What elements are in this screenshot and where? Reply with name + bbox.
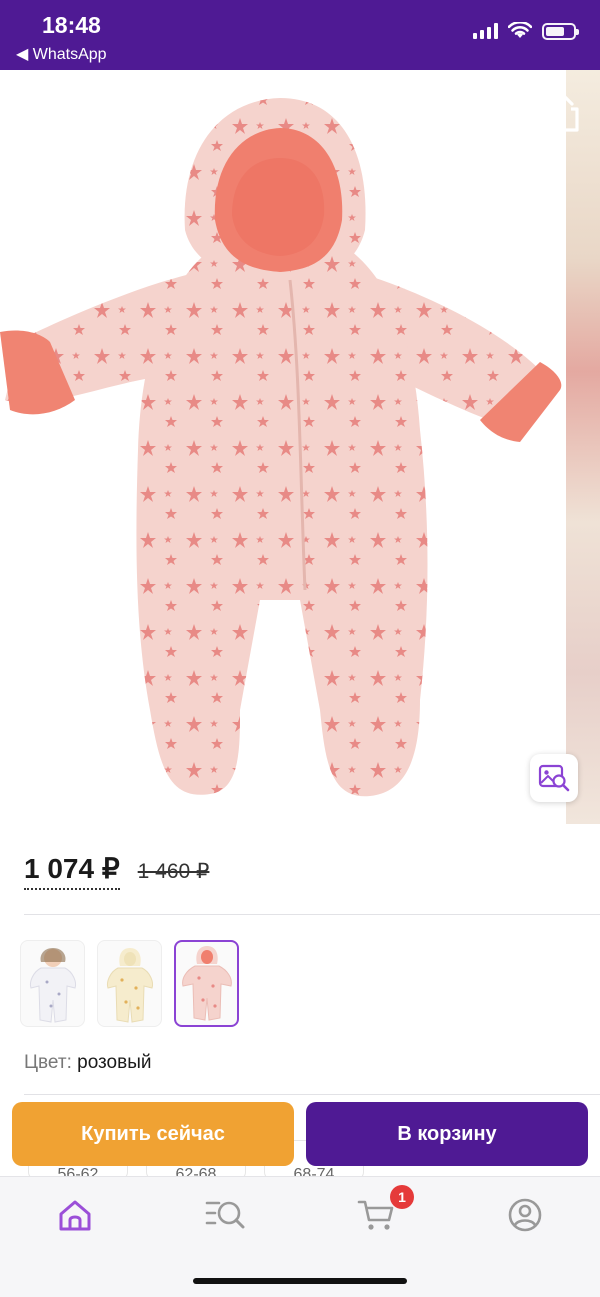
share-button[interactable] — [546, 92, 582, 134]
favorite-button[interactable] — [472, 96, 510, 132]
image-search-icon — [538, 764, 570, 792]
catalog-search-icon — [205, 1201, 245, 1229]
heart-outline-icon — [473, 97, 509, 130]
add-to-cart-button[interactable]: В корзину — [306, 1102, 588, 1166]
price-row: 1 074 ₽ 1 460 ₽ — [24, 852, 209, 890]
battery-icon — [542, 22, 579, 40]
status-indicators — [473, 22, 579, 40]
back-button[interactable] — [22, 92, 52, 132]
variant-white[interactable] — [20, 940, 85, 1027]
home-indicator — [193, 1278, 407, 1284]
buy-now-button[interactable]: Купить сейчас — [12, 1102, 294, 1166]
variant-pink[interactable] — [174, 940, 239, 1027]
next-image-preview[interactable] — [566, 70, 600, 824]
tab-home[interactable] — [55, 1195, 95, 1235]
home-icon — [59, 1200, 91, 1231]
color-label: Цвет: — [24, 1052, 72, 1073]
pink-snowsuit-thumbnail — [181, 945, 232, 1021]
share-icon — [549, 94, 579, 132]
tab-catalog[interactable] — [205, 1195, 245, 1235]
signal-icon — [473, 23, 498, 39]
tab-profile[interactable] — [505, 1195, 545, 1235]
cart-icon — [357, 1200, 394, 1230]
divider — [24, 1094, 600, 1095]
wifi-icon — [508, 22, 532, 38]
old-price: 1 460 ₽ — [137, 860, 210, 883]
back-to-app-link[interactable]: ◀ WhatsApp — [16, 44, 107, 64]
visual-search-button[interactable] — [530, 754, 578, 802]
status-time: 18:48 — [42, 12, 101, 38]
current-price[interactable]: 1 074 ₽ — [24, 852, 120, 890]
color-value: розовый — [77, 1052, 152, 1073]
cart-count-badge: 1 — [390, 1185, 414, 1209]
product-image — [0, 98, 562, 797]
product-gallery[interactable] — [0, 70, 600, 824]
color-variants — [20, 940, 239, 1027]
chevron-left-icon — [28, 96, 46, 128]
white-snowsuit-thumbnail — [29, 947, 76, 1023]
cream-snowsuit-thumbnail — [106, 947, 153, 1023]
profile-icon — [508, 1198, 542, 1232]
status-bar: 18:48 ◀ WhatsApp — [0, 0, 600, 70]
color-row: Цвет: розовый — [24, 1052, 152, 1074]
divider — [24, 914, 600, 915]
variant-cream[interactable] — [97, 940, 162, 1027]
